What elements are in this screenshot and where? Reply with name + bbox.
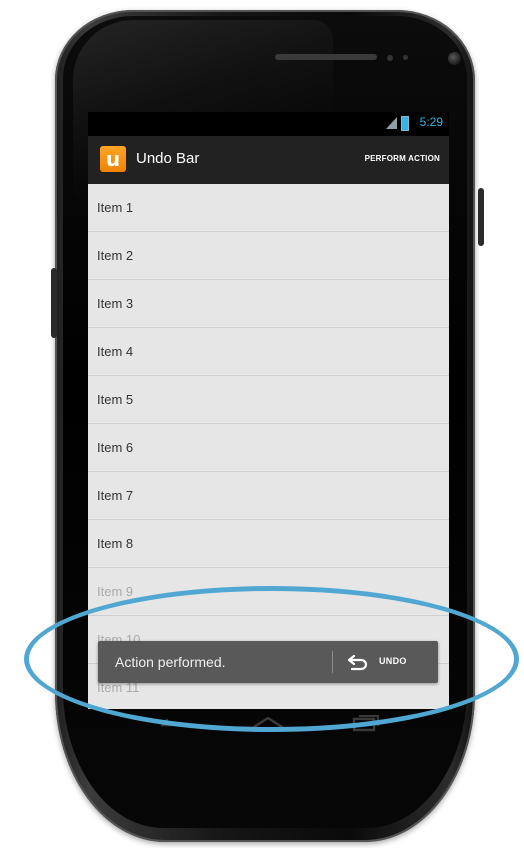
list-item[interactable]: Item 2	[88, 232, 449, 280]
perform-action-button[interactable]: PERFORM ACTION	[365, 154, 440, 163]
battery-icon	[401, 116, 409, 131]
soft-keys	[88, 709, 449, 741]
list-item[interactable]: Item 1	[88, 184, 449, 232]
app-title: Undo Bar	[136, 150, 200, 167]
undo-icon	[347, 654, 368, 671]
list-item[interactable]: Item 8	[88, 520, 449, 568]
power-button	[478, 188, 484, 246]
home-icon[interactable]	[250, 713, 286, 733]
list-item[interactable]: Item 6	[88, 424, 449, 472]
list-item[interactable]: Item 7	[88, 472, 449, 520]
undo-bar: Action performed. UNDO	[98, 641, 438, 683]
undo-bar-message: Action performed.	[115, 654, 226, 670]
undo-button-label: UNDO	[379, 656, 407, 666]
app-screen: 5:29 u Undo Bar PERFORM ACTION Item 1 It…	[88, 112, 449, 709]
front-camera	[448, 52, 461, 65]
sensor-dot	[387, 55, 393, 61]
status-bar: 5:29	[88, 112, 449, 136]
undo-button[interactable]: UNDO	[342, 647, 432, 677]
recent-apps-icon[interactable]	[350, 713, 382, 733]
list-item[interactable]: Item 4	[88, 328, 449, 376]
action-bar: u Undo Bar PERFORM ACTION	[88, 136, 449, 184]
sensor-dot	[403, 55, 408, 60]
earpiece-speaker	[275, 54, 377, 60]
item-list: Item 1 Item 2 Item 3 Item 4 Item 5 Item …	[88, 184, 449, 709]
back-icon[interactable]	[156, 713, 186, 731]
undo-bar-divider	[332, 651, 333, 673]
status-time: 5:29	[419, 115, 443, 129]
list-item[interactable]: Item 3	[88, 280, 449, 328]
signal-icon	[386, 117, 397, 129]
app-logo-icon[interactable]: u	[100, 146, 126, 172]
list-item[interactable]: Item 5	[88, 376, 449, 424]
list-item[interactable]: Item 9	[88, 568, 449, 616]
volume-button	[51, 268, 57, 338]
